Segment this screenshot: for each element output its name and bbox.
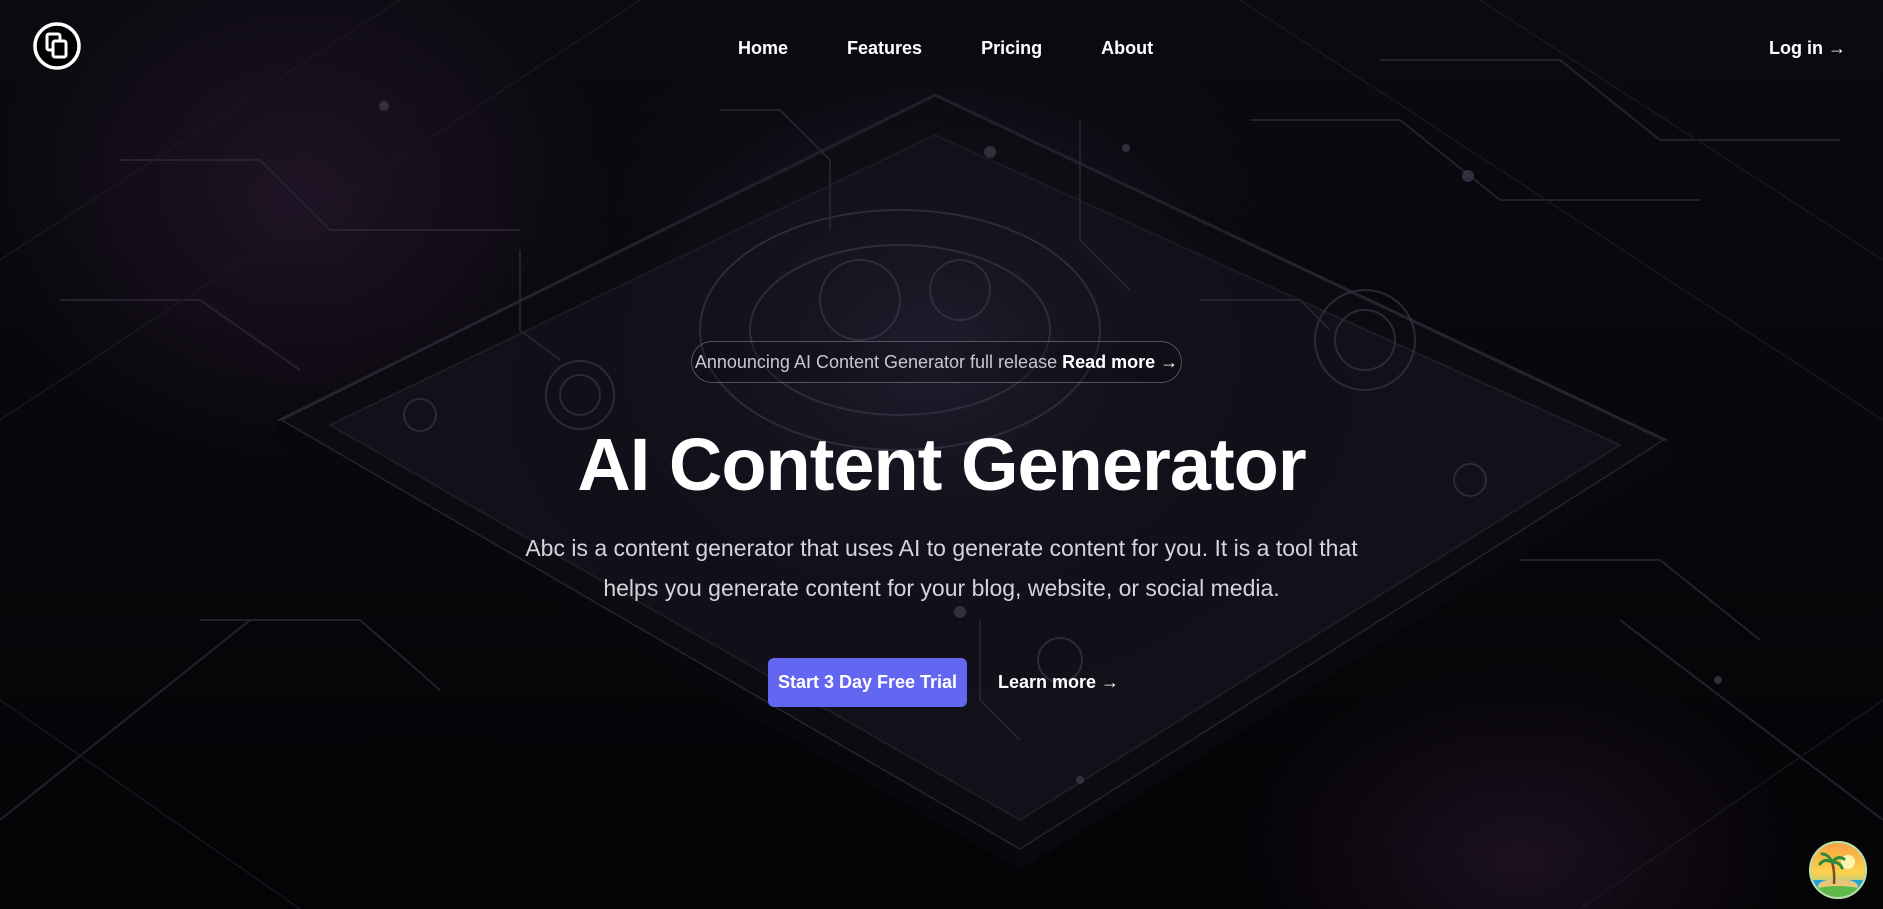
landing-page: Home Features Pricing About Log in → Ann… bbox=[0, 0, 1883, 909]
cta-row: Start 3 Day Free Trial Learn more → bbox=[768, 658, 1119, 707]
nav-links: Home Features Pricing About bbox=[738, 36, 1153, 60]
top-navigation: Home Features Pricing About Log in → bbox=[0, 0, 1883, 96]
hero-subtitle: Abc is a content generator that uses AI … bbox=[525, 535, 1358, 601]
start-free-trial-button[interactable]: Start 3 Day Free Trial bbox=[768, 658, 967, 707]
copy-squares-icon[interactable] bbox=[33, 22, 81, 70]
nav-link-pricing[interactable]: Pricing bbox=[981, 36, 1042, 60]
nav-link-about[interactable]: About bbox=[1101, 36, 1153, 60]
palm-island-avatar-icon[interactable] bbox=[1808, 840, 1868, 900]
announcement-text: Announcing AI Content Generator full rel… bbox=[694, 351, 1058, 372]
nav-link-features[interactable]: Features bbox=[847, 36, 922, 60]
page-title: AI Content Generator bbox=[577, 423, 1306, 506]
nav-link-home[interactable]: Home bbox=[738, 36, 788, 60]
learn-more-link[interactable]: Learn more → bbox=[998, 672, 1119, 693]
announcement-pill: Announcing AI Content Generator full rel… bbox=[691, 341, 1182, 383]
read-more-link[interactable]: Read more → bbox=[1062, 352, 1178, 373]
login-link[interactable]: Log in → bbox=[1769, 36, 1846, 60]
